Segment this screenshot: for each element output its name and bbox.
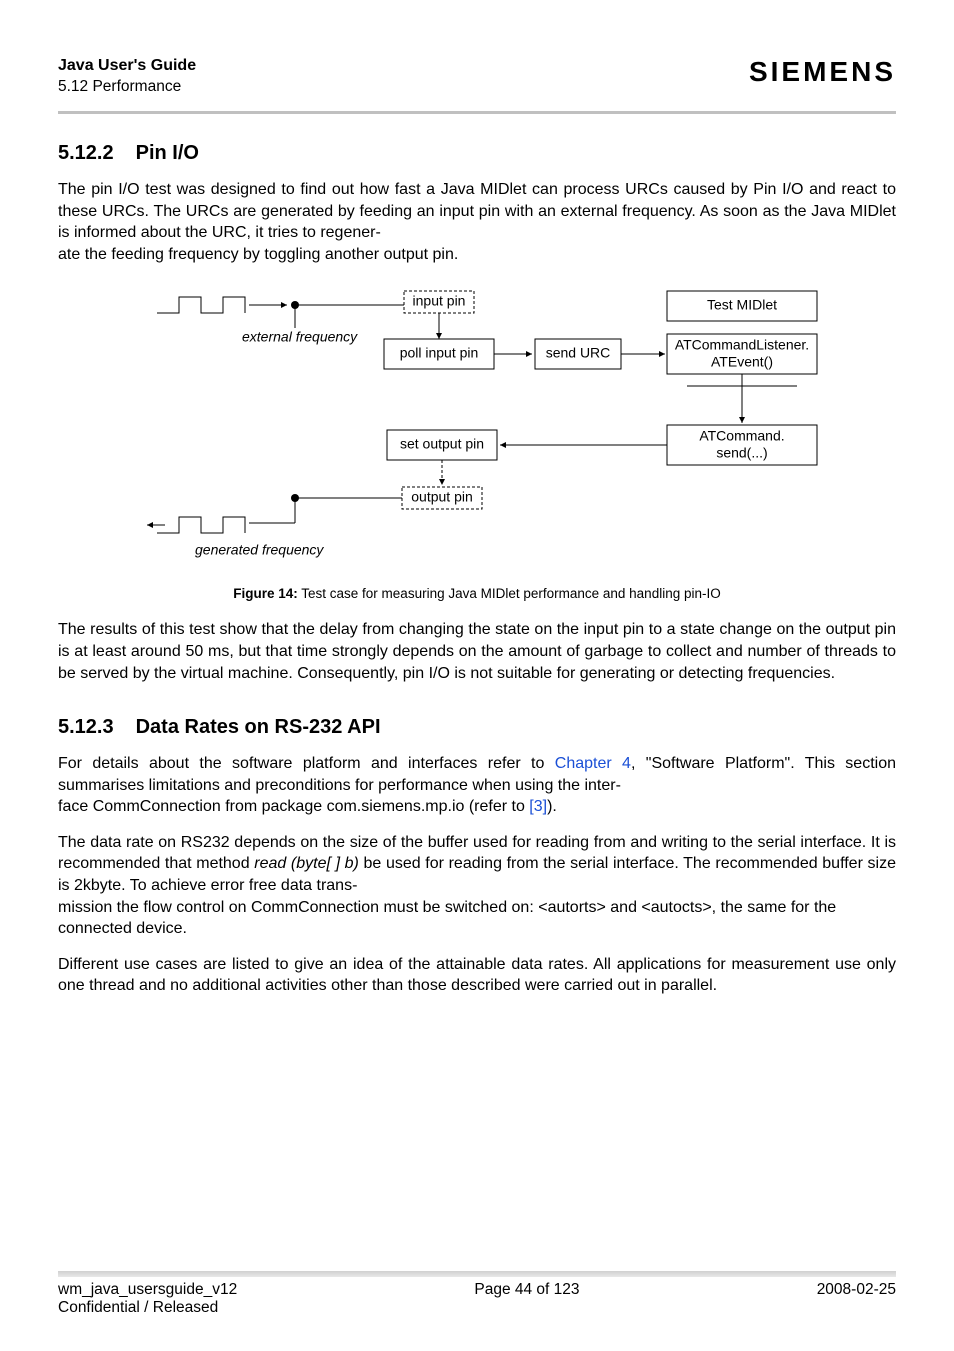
body-paragraph: For details about the software platform …: [58, 753, 896, 796]
section-number: 5.12.2: [58, 142, 114, 164]
body-paragraph: ate the feeding frequency by toggling an…: [58, 244, 896, 266]
label-output-pin: output pin: [411, 489, 473, 505]
body-paragraph: The pin I/O test was designed to find ou…: [58, 179, 896, 244]
label-send-urc: send URC: [546, 345, 611, 361]
body-paragraph: mission the flow control on CommConnecti…: [58, 897, 896, 940]
label-external-frequency: external frequency: [242, 329, 358, 345]
label-at-command-bot: send(...): [716, 445, 767, 461]
label-test-midlet: Test MIDlet: [707, 297, 777, 313]
footer-confidentiality: Confidential / Released: [58, 1299, 896, 1317]
doc-subtitle: 5.12 Performance: [58, 77, 196, 97]
body-paragraph: The data rate on RS232 depends on the si…: [58, 832, 896, 897]
label-generated-frequency: generated frequency: [195, 542, 324, 558]
section-heading-data-rates: 5.12.3 Data Rates on RS-232 API: [58, 716, 896, 739]
link-chapter-4[interactable]: Chapter 4: [555, 755, 631, 772]
footer-date: 2008-02-25: [817, 1281, 896, 1299]
header-divider: [58, 111, 896, 114]
label-at-command-top: ATCommand.: [699, 428, 784, 444]
footer-doc-id: wm_java_usersguide_v12: [58, 1281, 237, 1299]
body-paragraph: face CommConnection from package com.sie…: [58, 796, 896, 818]
figure-caption: Figure 14: Test case for measuring Java …: [58, 586, 896, 601]
section-title: Data Rates on RS-232 API: [136, 716, 381, 738]
method-name: read (byte[ ] b): [254, 855, 359, 872]
figure-pin-io-diagram: input pin external frequency poll input …: [58, 283, 896, 578]
section-title: Pin I/O: [136, 142, 199, 164]
label-set-output-pin: set output pin: [400, 436, 484, 452]
section-heading-pin-io: 5.12.2 Pin I/O: [58, 142, 896, 165]
label-at-listener-bot: ATEvent(): [711, 354, 773, 370]
page-footer: wm_java_usersguide_v12 Page 44 of 123 20…: [58, 1271, 896, 1317]
brand-logo: SIEMENS: [749, 56, 896, 88]
label-input-pin: input pin: [413, 293, 466, 309]
section-number: 5.12.3: [58, 716, 114, 738]
label-poll-input-pin: poll input pin: [400, 345, 479, 361]
footer-divider: [58, 1271, 896, 1277]
link-ref-3[interactable]: [3]: [529, 798, 547, 815]
doc-title: Java User's Guide: [58, 56, 196, 77]
label-at-listener-top: ATCommandListener.: [675, 337, 809, 353]
body-paragraph: Different use cases are listed to give a…: [58, 954, 896, 997]
body-paragraph: The results of this test show that the d…: [58, 619, 896, 684]
page-header: Java User's Guide 5.12 Performance SIEME…: [58, 56, 896, 111]
footer-page-number: Page 44 of 123: [474, 1281, 579, 1299]
